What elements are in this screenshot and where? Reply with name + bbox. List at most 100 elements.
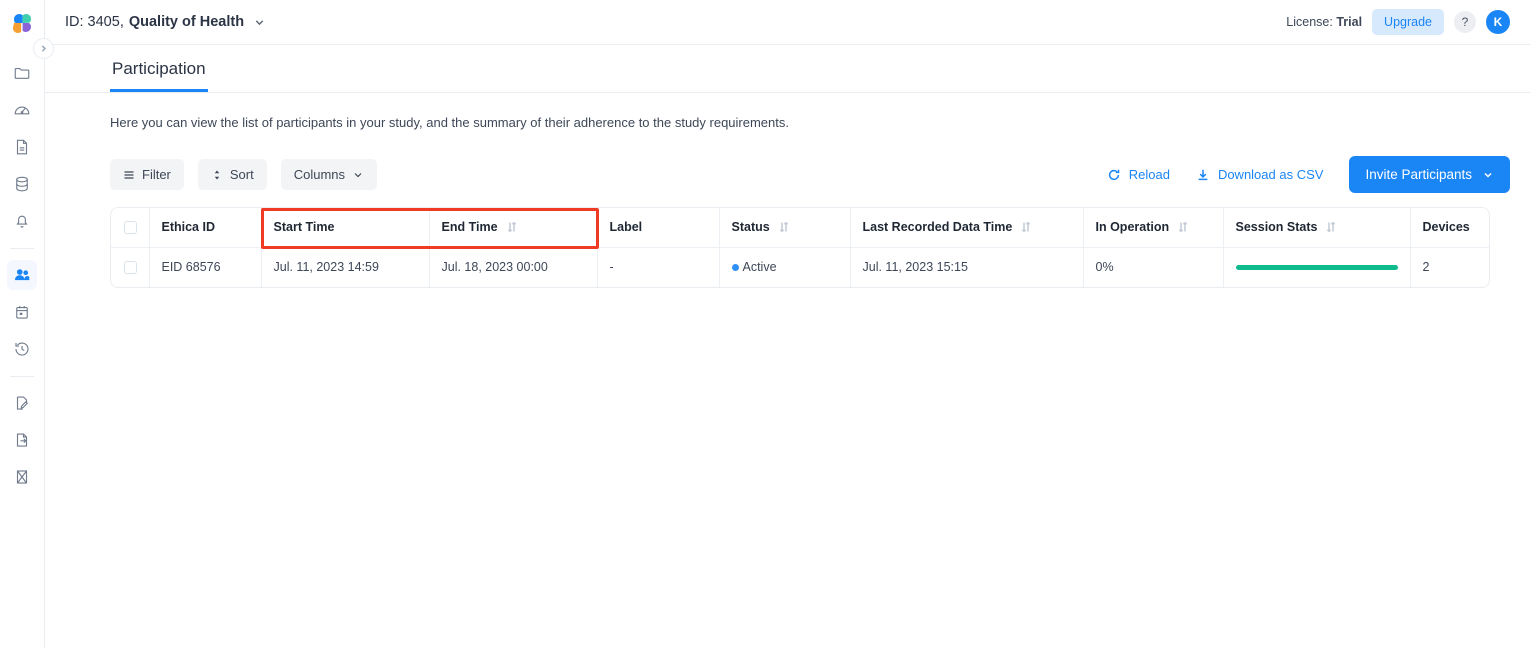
session-stats-bar [1236, 265, 1398, 270]
upgrade-button[interactable]: Upgrade [1372, 9, 1444, 35]
reload-label: Reload [1129, 167, 1170, 182]
sort-button[interactable]: Sort [198, 159, 267, 190]
table-body: EID 68576Jul. 11, 2023 14:59Jul. 18, 202… [111, 247, 1490, 287]
table-header-status[interactable]: Status [719, 208, 850, 247]
table-header-ethica_id: Ethica ID [149, 208, 261, 247]
table-header-sessions[interactable]: Session Stats [1223, 208, 1410, 247]
folder-icon [13, 64, 31, 82]
sort-toggle-icon[interactable] [779, 221, 789, 233]
sidebar-expand-button[interactable] [33, 38, 54, 59]
sort-toggle-icon[interactable] [507, 221, 517, 233]
table-row[interactable]: EID 68576Jul. 11, 2023 14:59Jul. 18, 202… [111, 247, 1490, 287]
row-select-checkbox[interactable] [124, 261, 137, 274]
columns-label: Columns [294, 167, 345, 182]
bell-icon [13, 212, 31, 230]
sidebar-item-participants[interactable] [7, 260, 37, 290]
download-csv-label: Download as CSV [1218, 167, 1324, 182]
user-avatar[interactable]: K [1486, 10, 1510, 34]
header-label-label: Label [610, 220, 643, 234]
table-head: Ethica ID Start TimeEnd Time Label Status La… [111, 208, 1490, 247]
sidebar-item-export[interactable] [7, 425, 37, 455]
page-description: Here you can view the list of participan… [110, 115, 1510, 130]
calendar-icon [13, 303, 31, 321]
toolbar-right-actions: Reload Download as CSV Invite Participan… [1107, 156, 1510, 193]
filter-button[interactable]: Filter [110, 159, 184, 190]
table-header-in_op[interactable]: In Operation [1083, 208, 1223, 247]
header-label-devices: Devices [1423, 220, 1470, 234]
filter-lines-icon [123, 169, 135, 181]
document-icon [13, 138, 31, 156]
document-export-icon [13, 431, 31, 449]
ethica-brain-logo-icon [10, 12, 34, 34]
header-label-last_data: Last Recorded Data Time [863, 220, 1013, 234]
history-icon [13, 340, 31, 358]
table-header-label: Label [597, 208, 719, 247]
document-edit-icon [13, 394, 31, 412]
sort-toggle-icon[interactable] [1021, 221, 1031, 233]
sidebar-item-data[interactable] [7, 169, 37, 199]
main-area: ID: 3405, Quality of Health License: Tri… [45, 0, 1530, 648]
sidebar-divider-2 [10, 376, 34, 377]
columns-button[interactable]: Columns [281, 159, 377, 190]
sidebar-item-analysis[interactable] [7, 462, 37, 492]
people-icon [13, 266, 31, 284]
gauge-icon [13, 101, 31, 119]
top-bar-actions: License: Trial Upgrade ? K [1286, 9, 1510, 35]
cell-checkbox [111, 247, 149, 287]
table-header-end[interactable]: End Time [429, 208, 597, 247]
cell-start: Jul. 11, 2023 14:59 [261, 247, 429, 287]
study-name-label: Quality of Health [129, 14, 244, 30]
table-header-last_data[interactable]: Last Recorded Data Time [850, 208, 1083, 247]
sort-toggle-icon[interactable] [1178, 221, 1188, 233]
sidebar-item-surveys[interactable] [7, 388, 37, 418]
chevron-down-icon [352, 169, 364, 181]
cell-sessions [1223, 247, 1410, 287]
table-header-checkbox [111, 208, 149, 247]
status-label: Active [743, 260, 777, 274]
invite-participants-button[interactable]: Invite Participants [1349, 156, 1510, 193]
select-all-checkbox[interactable] [124, 221, 137, 234]
chart-flag-icon [13, 468, 31, 486]
sidebar-divider-1 [10, 248, 34, 249]
page-content: Here you can view the list of participan… [45, 93, 1530, 648]
sidebar-item-files[interactable] [7, 58, 37, 88]
cell-last_data: Jul. 11, 2023 15:15 [850, 247, 1083, 287]
participants-table-container: Ethica ID Start TimeEnd Time Label Status La… [110, 207, 1490, 288]
cell-ethica_id: EID 68576 [149, 247, 261, 287]
header-label-ethica_id: Ethica ID [162, 220, 216, 234]
sidebar-item-documents[interactable] [7, 132, 37, 162]
sort-label: Sort [230, 167, 254, 182]
sidebar-item-schedule[interactable] [7, 297, 37, 327]
filter-label: Filter [142, 167, 171, 182]
study-selector[interactable]: ID: 3405, Quality of Health [65, 14, 266, 30]
status-dot [732, 264, 739, 271]
sidebar-item-history[interactable] [7, 334, 37, 364]
sidebar-item-notifications[interactable] [7, 206, 37, 236]
database-icon [13, 175, 31, 193]
cell-status: Active [719, 247, 850, 287]
license-value: Trial [1336, 15, 1362, 29]
sort-toggle-icon[interactable] [1326, 221, 1336, 233]
invite-participants-label: Invite Participants [1365, 167, 1472, 182]
sidebar [0, 0, 45, 648]
sort-arrows-icon [211, 169, 223, 181]
table-header-start: Start Time [261, 208, 429, 247]
download-csv-button[interactable]: Download as CSV [1196, 167, 1324, 182]
header-label-status: Status [732, 220, 770, 234]
header-label-sessions: Session Stats [1236, 220, 1318, 234]
cell-end: Jul. 18, 2023 00:00 [429, 247, 597, 287]
help-button[interactable]: ? [1454, 11, 1476, 33]
sidebar-item-dashboard[interactable] [7, 95, 37, 125]
license-label: License: [1286, 15, 1333, 29]
chevron-right-icon [39, 44, 48, 53]
sidebar-nav [0, 58, 44, 499]
tab-participation[interactable]: Participation [110, 59, 208, 92]
cell-in_op: 0% [1083, 247, 1223, 287]
top-bar: ID: 3405, Quality of Health License: Tri… [45, 0, 1530, 45]
reload-button[interactable]: Reload [1107, 167, 1170, 182]
app-root: ID: 3405, Quality of Health License: Tri… [0, 0, 1530, 648]
header-label-in_op: In Operation [1096, 220, 1170, 234]
download-icon [1196, 168, 1210, 182]
tab-bar: Participation [45, 45, 1530, 93]
study-id-label: ID: 3405, [65, 14, 124, 30]
